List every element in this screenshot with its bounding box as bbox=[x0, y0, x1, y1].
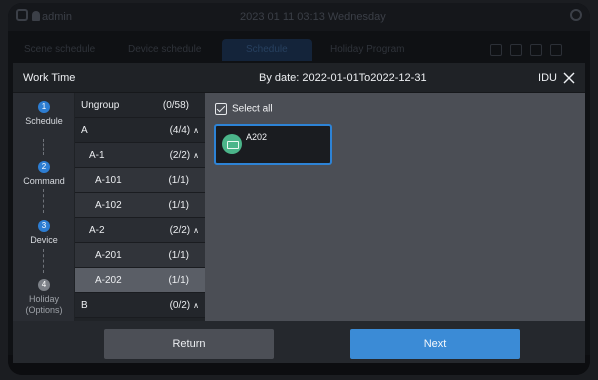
tree-row[interactable]: A-1 (2/2) ∧ bbox=[75, 143, 205, 168]
tree-row-count-text: (2/2) bbox=[169, 225, 191, 236]
wizard-steps: 1 Schedule 2 Command 3 Device 4 Holiday … bbox=[13, 93, 75, 321]
dialog-header: Work Time By date: 2022-01-01To2022-12-3… bbox=[13, 63, 585, 93]
tree-row-count: (0/58) bbox=[163, 100, 189, 111]
device-card[interactable]: A202 bbox=[214, 124, 332, 165]
by-date-range: By date: 2022-01-01To2022-12-31 bbox=[259, 72, 427, 84]
background-toolbar-icons bbox=[482, 43, 578, 57]
background-top-bar: admin 2023 01 11 03:13 Wednesday bbox=[8, 3, 590, 31]
step-holiday[interactable]: 4 Holiday (Options) bbox=[13, 279, 75, 316]
tree-row-name: A bbox=[81, 125, 88, 136]
close-icon[interactable] bbox=[561, 70, 577, 86]
tree-row-name: A-101 bbox=[95, 175, 122, 186]
tree-row-count: (1/1) bbox=[168, 250, 189, 261]
device-panel: Select all A202 bbox=[205, 93, 585, 321]
dialog-title: Work Time bbox=[23, 72, 76, 84]
chevron-up-icon[interactable]: ∧ bbox=[193, 151, 199, 160]
filter-icon bbox=[510, 44, 522, 56]
step-number: 4 bbox=[38, 279, 50, 291]
tree-row[interactable]: A-2 (2/2) ∧ bbox=[75, 218, 205, 243]
tree-row-count: (4/4) ∧ bbox=[170, 125, 199, 136]
tree-row[interactable]: A-202 (1/1) bbox=[75, 268, 205, 293]
step-number: 1 bbox=[38, 101, 50, 113]
delete-icon bbox=[550, 44, 562, 56]
tree-row-name: B bbox=[81, 300, 88, 311]
next-button[interactable]: Next bbox=[350, 329, 520, 359]
step-label: Schedule bbox=[25, 116, 63, 126]
calendar-icon bbox=[490, 44, 502, 56]
tree-row-count-text: (2/2) bbox=[169, 150, 191, 161]
tree-row[interactable]: A (4/4) ∧ bbox=[75, 118, 205, 143]
chevron-up-icon[interactable]: ∧ bbox=[193, 301, 199, 310]
tab-scene-schedule: Scene schedule bbox=[24, 44, 96, 55]
checkbox-checked-icon bbox=[215, 103, 227, 115]
tree-row[interactable]: A-201 (1/1) bbox=[75, 243, 205, 268]
return-button[interactable]: Return bbox=[104, 329, 274, 359]
tree-row-name: A-202 bbox=[95, 275, 122, 286]
step-number: 3 bbox=[38, 220, 50, 232]
tree-row[interactable]: A-102 (1/1) bbox=[75, 193, 205, 218]
idu-label: IDU bbox=[538, 72, 557, 84]
indoor-unit-icon bbox=[222, 134, 242, 154]
tab-device-schedule: Device schedule bbox=[128, 44, 202, 55]
tree-row-count: (2/2) ∧ bbox=[170, 225, 199, 236]
step-label: Holiday (Options) bbox=[25, 294, 63, 315]
tree-row-name: A-102 bbox=[95, 200, 122, 211]
tree-row-count-text: (1/1) bbox=[168, 275, 189, 286]
tree-row[interactable]: Ungroup (0/58) bbox=[75, 93, 205, 118]
tree-row-name: A-201 bbox=[95, 250, 122, 261]
step-number: 2 bbox=[38, 161, 50, 173]
select-all-label: Select all bbox=[232, 103, 273, 115]
step-connector bbox=[43, 249, 44, 273]
device-label: A202 bbox=[246, 132, 268, 142]
chevron-up-icon[interactable]: ∧ bbox=[193, 226, 199, 235]
work-time-dialog: Work Time By date: 2022-01-01To2022-12-3… bbox=[13, 63, 585, 363]
tree-row-count: (1/1) bbox=[168, 275, 189, 286]
step-connector bbox=[43, 189, 44, 213]
tree-row-count: (1/1) bbox=[168, 200, 189, 211]
tree-row-count: (1/1) bbox=[168, 175, 189, 186]
user-icon bbox=[32, 11, 40, 21]
tree-row-count-text: (1/1) bbox=[168, 250, 189, 261]
step-command[interactable]: 2 Command bbox=[13, 161, 75, 187]
dialog-footer: Return Next bbox=[13, 321, 585, 363]
step-label: Command bbox=[23, 176, 65, 186]
tree-row-name: Ungroup bbox=[81, 100, 120, 111]
tree-row-count-text: (0/58) bbox=[162, 100, 189, 111]
gear-icon bbox=[570, 9, 582, 21]
step-device[interactable]: 3 Device bbox=[13, 220, 75, 246]
datetime: 2023 01 11 03:13 Wednesday bbox=[240, 11, 386, 23]
step-schedule[interactable]: 1 Schedule bbox=[13, 101, 75, 127]
tab-holiday-program: Holiday Program bbox=[330, 44, 405, 55]
device-screen: admin 2023 01 11 03:13 Wednesday Scene s… bbox=[8, 3, 590, 375]
step-connector bbox=[43, 139, 44, 155]
tree-row-count: (0/2) ∧ bbox=[170, 300, 199, 311]
tree-row-name: A-2 bbox=[89, 225, 105, 236]
group-tree: Ungroup (0/58) A (4/4) ∧ A-1 (2/2) ∧ A-101 (1/1) A… bbox=[75, 93, 205, 321]
chevron-up-icon[interactable]: ∧ bbox=[193, 126, 199, 135]
tree-row-count-text: (4/4) bbox=[169, 125, 191, 136]
edit-icon bbox=[530, 44, 542, 56]
tree-row-count: (2/2) ∧ bbox=[170, 150, 199, 161]
step-label: Device bbox=[30, 235, 58, 245]
tree-row-count-text: (1/1) bbox=[168, 175, 189, 186]
select-all-checkbox[interactable]: Select all bbox=[215, 103, 273, 115]
tree-row[interactable]: B (0/2) ∧ bbox=[75, 293, 205, 318]
tree-row-name: A-1 bbox=[89, 150, 105, 161]
user-name: admin bbox=[42, 11, 72, 23]
tab-schedule: Schedule bbox=[222, 39, 312, 61]
back-icon bbox=[16, 9, 28, 21]
tree-row-count-text: (0/2) bbox=[169, 300, 191, 311]
tree-row-count-text: (1/1) bbox=[168, 200, 189, 211]
tree-row[interactable]: A-101 (1/1) bbox=[75, 168, 205, 193]
